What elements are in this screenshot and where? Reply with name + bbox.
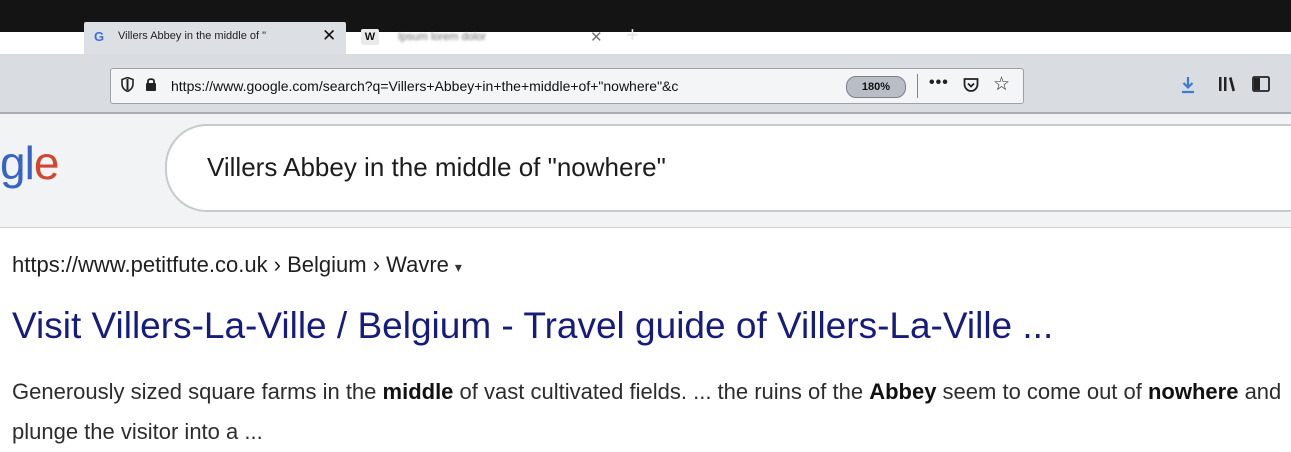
logo-text: gl (0, 137, 35, 189)
star-icon[interactable]: ☆ (993, 73, 1010, 96)
tab-google-search[interactable]: G Villers Abbey in the middle of " ✕ (84, 22, 346, 54)
download-icon[interactable] (1180, 76, 1196, 94)
snippet-text: of vast cultivated fields. ... the ruins… (453, 379, 870, 404)
search-input[interactable]: Villers Abbey in the middle of "nowhere" (165, 124, 1291, 212)
tab-background[interactable]: W Ipsum lorem dolor ✕ (358, 22, 618, 54)
google-favicon-icon: G (94, 29, 105, 44)
snippet-bold: middle (382, 379, 454, 404)
library-icon[interactable] (1218, 76, 1236, 92)
more-actions-icon[interactable]: ••• (929, 74, 949, 92)
snippet-bold: nowhere (1147, 379, 1239, 404)
lock-icon[interactable] (145, 77, 157, 92)
divider (917, 74, 918, 98)
address-bar[interactable]: https://www.google.com/search?q=Villers+… (110, 68, 1024, 104)
search-header: gle Villers Abbey in the middle of "nowh… (0, 114, 1291, 228)
pocket-icon[interactable] (963, 77, 979, 93)
shield-icon[interactable] (121, 77, 134, 92)
logo-text-e: e (33, 137, 60, 189)
result-breadcrumb[interactable]: https://www.petitfute.co.uk › Belgium › … (12, 252, 462, 278)
tab-title: Ipsum lorem dolor (398, 31, 487, 43)
tab-title: Villers Abbey in the middle of " (118, 30, 267, 42)
w-favicon-icon: W (361, 29, 379, 45)
breadcrumb-text[interactable]: https://www.petitfute.co.uk › Belgium › … (12, 252, 449, 277)
snippet-text: Generously sized square farms in the (12, 379, 383, 404)
close-tab-icon[interactable]: ✕ (322, 26, 336, 46)
sidebar-icon[interactable] (1252, 76, 1270, 92)
snippet-bold: Abbey (869, 379, 937, 404)
new-tab-button[interactable]: + (626, 22, 639, 48)
search-query-text[interactable]: Villers Abbey in the middle of "nowhere" (207, 152, 666, 183)
tab-bar: G Villers Abbey in the middle of " ✕ W I… (0, 0, 1291, 54)
result-title-link[interactable]: Visit Villers-La-Ville / Belgium - Trave… (12, 305, 1053, 347)
url-text[interactable]: https://www.google.com/search?q=Villers+… (171, 78, 831, 94)
zoom-level-badge[interactable]: 180% (846, 76, 906, 98)
snippet-text: seem to come out of (936, 379, 1148, 404)
toolbar: https://www.google.com/search?q=Villers+… (0, 54, 1291, 114)
chevron-down-icon[interactable]: ▾ (455, 259, 462, 275)
search-results: https://www.petitfute.co.uk › Belgium › … (0, 228, 1291, 451)
result-snippet: Generously sized square farms in the mid… (12, 372, 1287, 452)
close-tab-icon[interactable]: ✕ (590, 28, 603, 46)
google-logo[interactable]: gle (0, 136, 60, 190)
